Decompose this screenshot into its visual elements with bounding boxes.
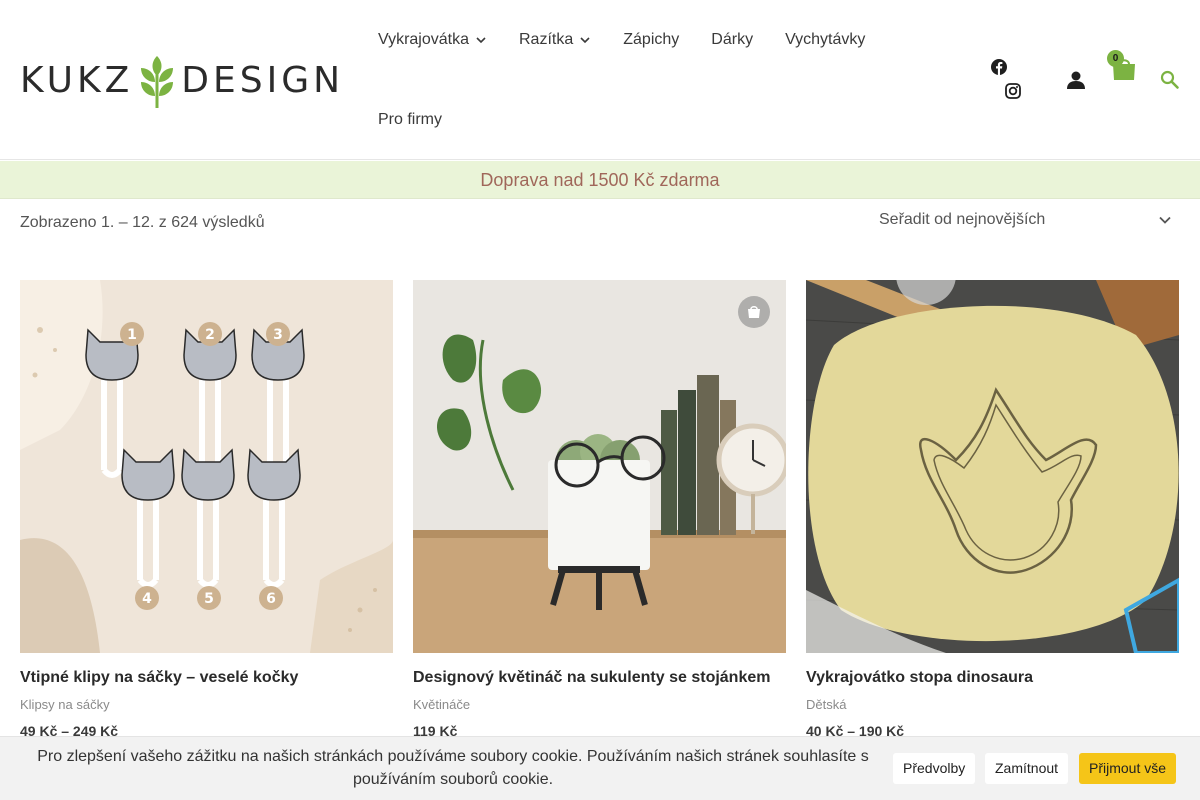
nav-item-label: Dárky: [711, 31, 754, 48]
clip-number: 2: [205, 327, 215, 343]
dino-cutter-photo: [806, 280, 1179, 653]
product-card: 1 2 3 4 5 6 Vtipné klipy na sáčky – vese…: [20, 280, 393, 739]
chevron-down-icon: [580, 37, 590, 44]
shipping-announcement: Doprava nad 1500 Kč zdarma: [0, 161, 1200, 199]
product-category[interactable]: Dětská: [806, 697, 1179, 712]
clip-number: 4: [142, 591, 152, 607]
logo-text-left: KUKZ: [20, 59, 134, 101]
clip-number: 6: [266, 591, 276, 607]
cat-clips-photo: 1 2 3 4 5 6: [20, 280, 393, 653]
nav-item-label: Vychytávky: [785, 31, 866, 48]
logo-text-right: DESIGN: [181, 59, 345, 101]
nav-item-label: Razítka: [519, 31, 574, 48]
result-count: Zobrazeno 1. – 12. z 624 výsledků: [20, 214, 265, 231]
product-title[interactable]: Vtipné klipy na sáčky – veselé kočky: [20, 669, 393, 687]
leaf-icon: [141, 56, 174, 108]
product-card: Vykrajovátko stopa dinosaura Dětská 40 K…: [806, 280, 1179, 739]
search-icon[interactable]: [1160, 70, 1180, 90]
cart-count-badge: 0: [1107, 50, 1124, 67]
nav-item-darky[interactable]: Dárky: [695, 31, 769, 49]
product-image[interactable]: [413, 280, 786, 653]
clip-number: 5: [204, 591, 214, 607]
chevron-down-icon: [476, 37, 486, 44]
cookie-reject-button[interactable]: Zamítnout: [985, 753, 1069, 784]
product-grid: 1 2 3 4 5 6 Vtipné klipy na sáčky – vese…: [20, 280, 1180, 739]
social-links: [990, 58, 1022, 106]
product-card: Designový květináč na sukulenty se stojá…: [413, 280, 786, 739]
product-title[interactable]: Designový květináč na sukulenty se stojá…: [413, 669, 786, 687]
site-logo[interactable]: KUKZ DESIGN: [20, 52, 344, 108]
main-nav: Vykrajovátka Razítka Zápichy Dárky Vychy…: [362, 0, 922, 160]
product-title[interactable]: Vykrajovátko stopa dinosaura: [806, 669, 1179, 687]
product-image[interactable]: [806, 280, 1179, 653]
sort-select[interactable]: Seřadit od nejnovějších: [866, 202, 1180, 238]
nav-item-zapichy[interactable]: Zápichy: [607, 31, 695, 49]
nav-item-label: Vykrajovátka: [378, 31, 469, 48]
facebook-icon[interactable]: [990, 58, 1008, 76]
nav-item-vykrajovatka[interactable]: Vykrajovátka: [362, 31, 503, 49]
nav-item-label: Zápichy: [623, 31, 680, 48]
clip-number: 3: [273, 327, 283, 343]
cookie-accept-button[interactable]: Přijmout vše: [1079, 753, 1177, 784]
chevron-down-icon: [1159, 216, 1171, 224]
planter-photo: [413, 280, 786, 653]
sort-selected-label: Seřadit od nejnovějších: [879, 211, 1046, 228]
cookie-message: Pro zlepšení vašeho zážitku na našich st…: [37, 748, 869, 788]
cookie-banner: Pro zlepšení vašeho zážitku na našich st…: [0, 736, 1200, 800]
shopping-bag-icon: [748, 306, 760, 318]
product-category[interactable]: Klipsy na sáčky: [20, 697, 393, 712]
site-header: KUKZ DESIGN Vykrajovátka Razítka Zápichy: [0, 0, 1200, 160]
product-category[interactable]: Květináče: [413, 697, 786, 712]
product-image[interactable]: 1 2 3 4 5 6: [20, 280, 393, 653]
nav-item-vychytavky[interactable]: Vychytávky: [769, 31, 881, 49]
nav-item-pro-firmy[interactable]: Pro firmy: [362, 111, 458, 129]
instagram-icon[interactable]: [1004, 82, 1022, 100]
add-to-cart-button[interactable]: [738, 296, 770, 328]
user-icon[interactable]: [1066, 70, 1086, 90]
nav-item-razitka[interactable]: Razítka: [503, 31, 607, 49]
cookie-preferences-button[interactable]: Předvolby: [893, 753, 976, 784]
clip-number: 1: [127, 327, 137, 343]
nav-item-label: Pro firmy: [378, 111, 442, 128]
